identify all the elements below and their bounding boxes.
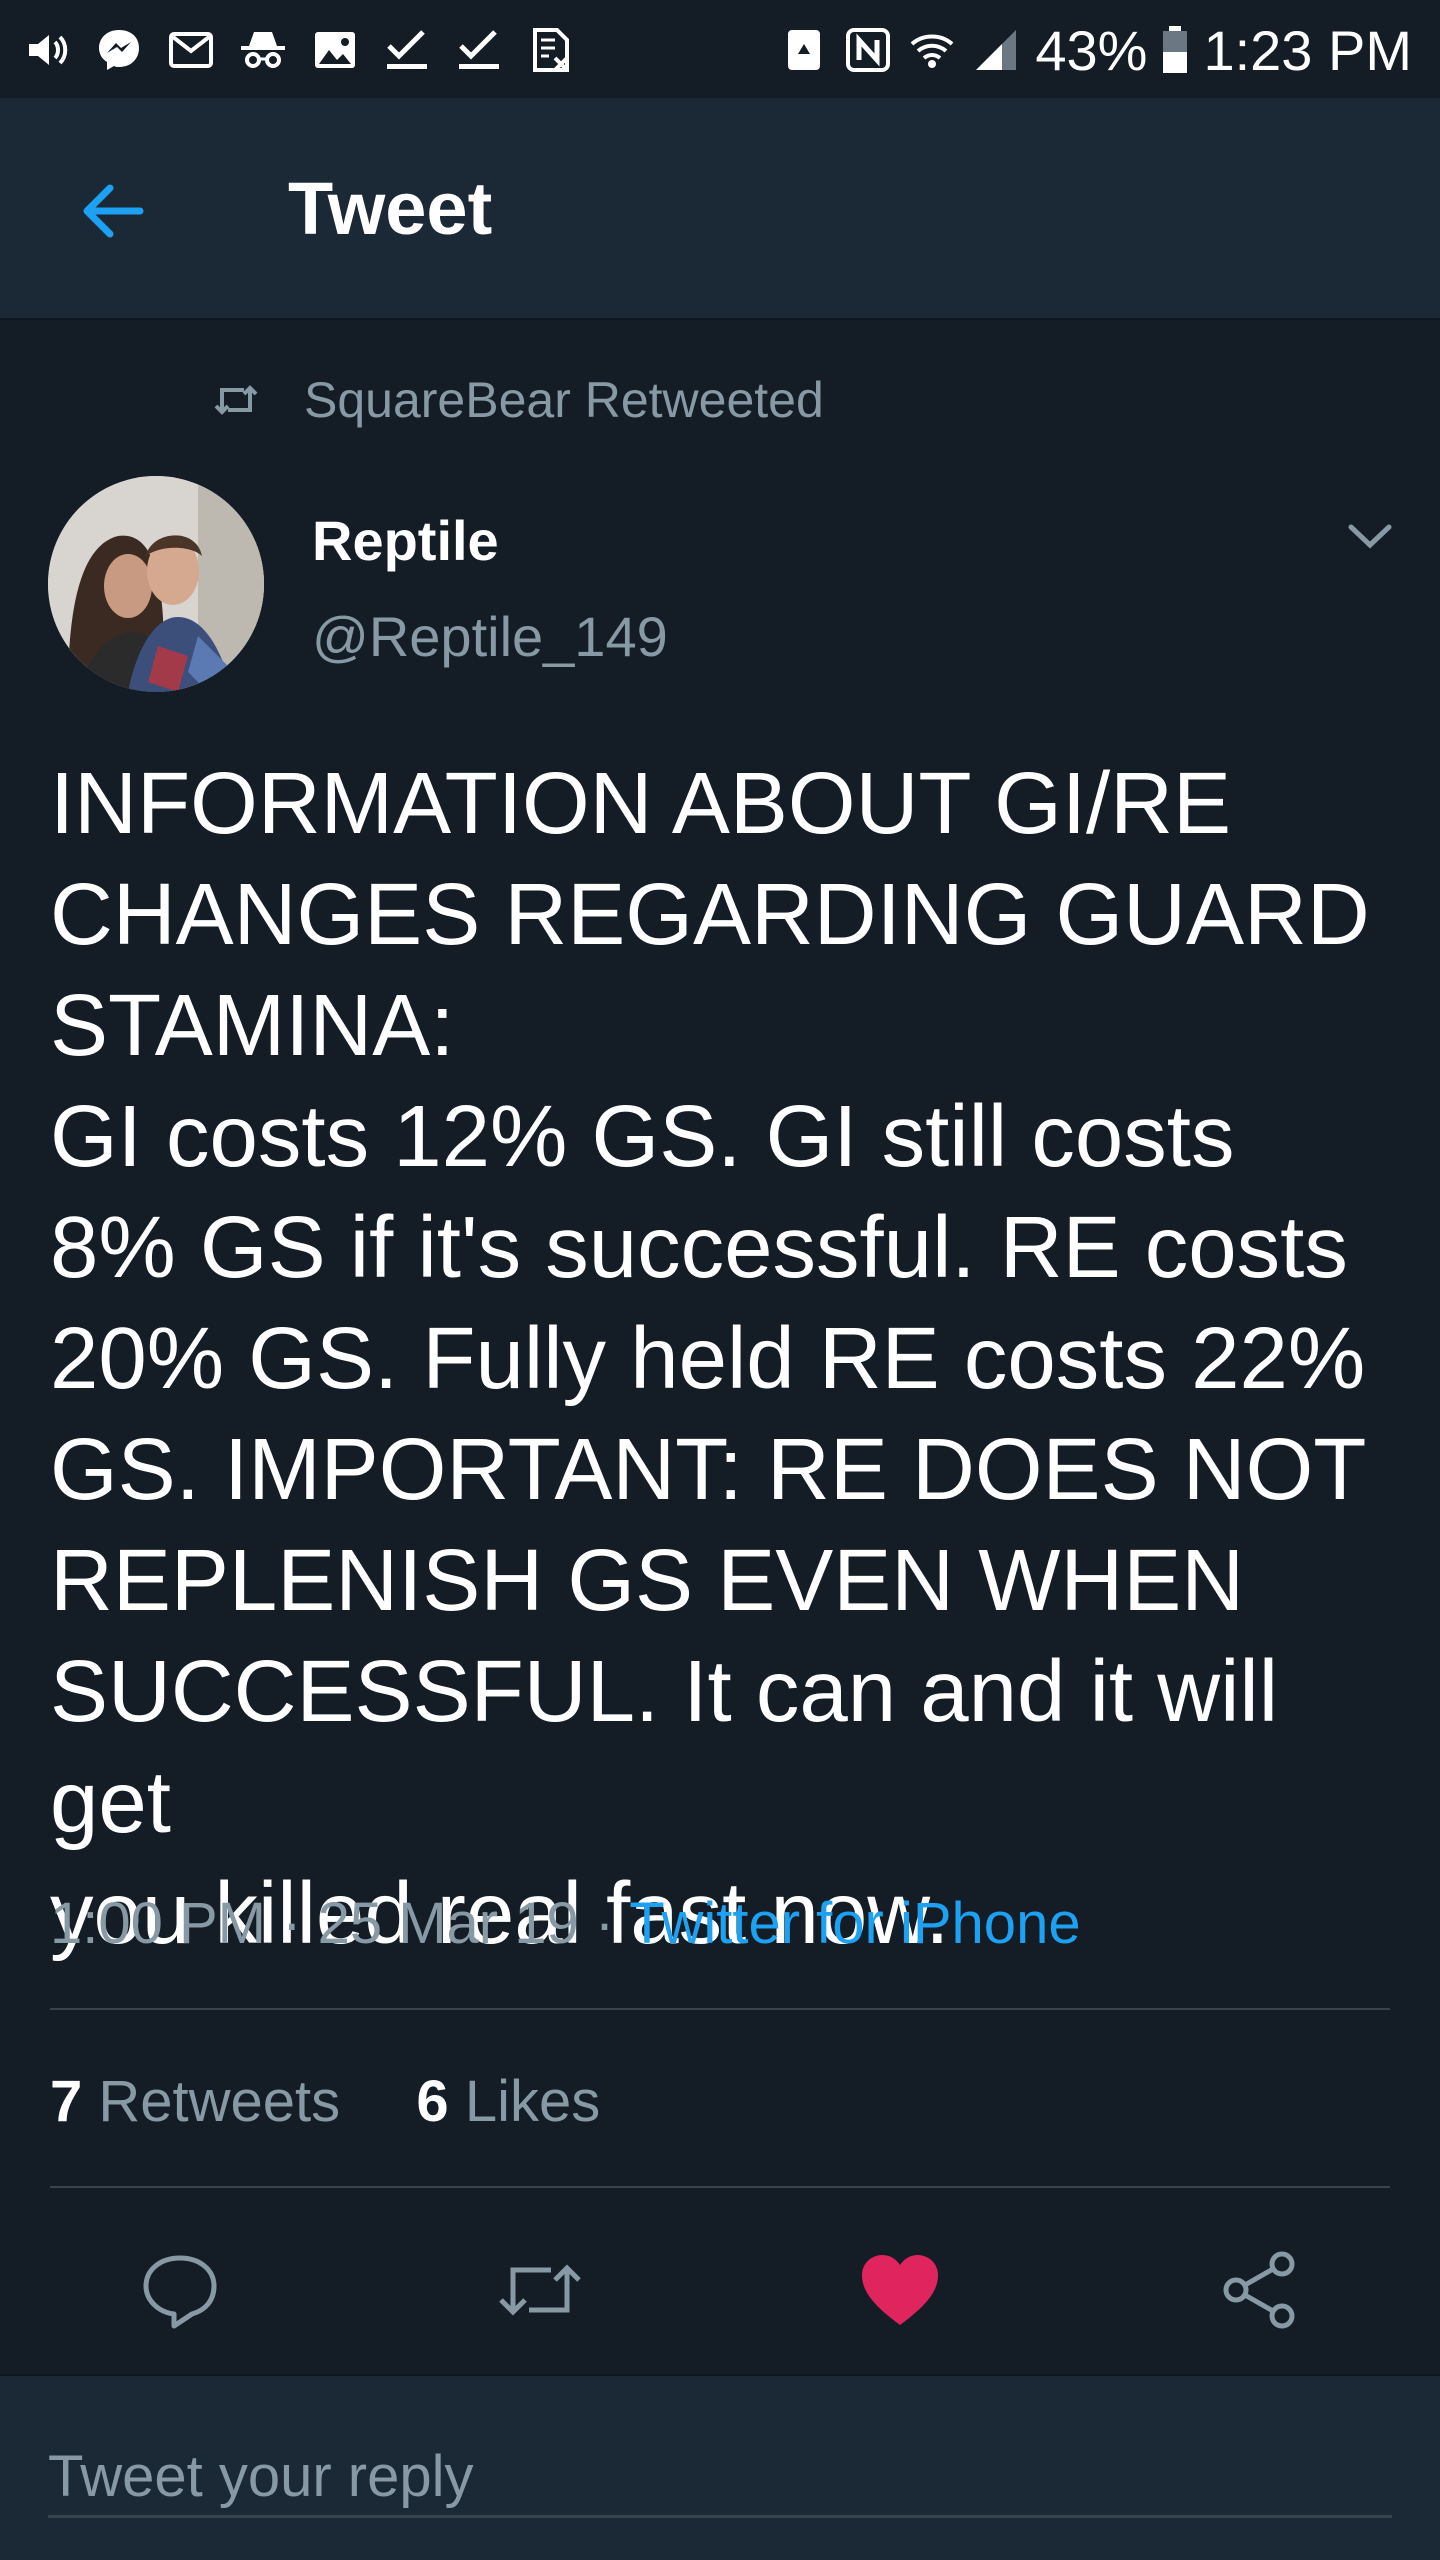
- divider: [50, 2008, 1390, 2010]
- meta-separator: ·: [282, 1891, 302, 1956]
- likes-stat[interactable]: 6 Likes: [416, 2069, 600, 2134]
- page-title: Tweet: [288, 167, 493, 250]
- retweets-count: 7: [50, 2069, 83, 2134]
- tweet-actions: [0, 2230, 1440, 2350]
- heart-icon: [862, 2255, 938, 2325]
- messenger-icon: [94, 25, 144, 75]
- retweet-context-label: SquareBear Retweeted: [304, 372, 824, 428]
- avatar-photo: [48, 476, 264, 692]
- tweet-text: INFORMATION ABOUT GI/RE CHANGES REGARDIN…: [50, 755, 1370, 1962]
- app-bar: Tweet: [0, 98, 1440, 320]
- author-name[interactable]: Reptile: [312, 508, 499, 573]
- chevron-down-icon: [1348, 524, 1392, 549]
- volume-icon: [22, 25, 72, 75]
- retweets-stat[interactable]: 7 Retweets: [50, 2069, 340, 2134]
- retweets-label: Retweets: [98, 2069, 341, 2134]
- nfc-icon: [843, 25, 893, 75]
- retweet-icon: [214, 385, 258, 415]
- reply-icon: [143, 2255, 217, 2329]
- check-icon: [454, 25, 504, 75]
- battery-percent: 43%: [1035, 18, 1148, 82]
- share-icon: [1223, 2251, 1295, 2329]
- reply-button[interactable]: [130, 2240, 230, 2340]
- likes-label: Likes: [464, 2069, 601, 2134]
- tweet-source-link[interactable]: Twitter for iPhone: [629, 1891, 1080, 1956]
- tweet-menu-button[interactable]: [1340, 506, 1400, 566]
- retweet-icon: [499, 2264, 581, 2316]
- divider: [50, 2186, 1390, 2188]
- tweet-time: 1:00 PM: [50, 1891, 266, 1956]
- reply-bar: [0, 2374, 1440, 2560]
- signal-icon: [971, 25, 1021, 75]
- email-icon: [166, 25, 216, 75]
- avatar[interactable]: [48, 476, 264, 692]
- retweet-context[interactable]: SquareBear Retweeted: [212, 372, 824, 428]
- notification-icons: [22, 20, 576, 80]
- arrow-left-icon: [83, 184, 144, 238]
- likes-count: 6: [416, 2069, 449, 2134]
- tweet-stats: 7 Retweets 6 Likes: [50, 2068, 600, 2135]
- author-handle[interactable]: @Reptile_149: [312, 604, 668, 669]
- system-indicators: 43% 1:23 PM: [779, 18, 1412, 82]
- retweet-button[interactable]: [490, 2240, 590, 2340]
- recycle-icon: [779, 25, 829, 75]
- incognito-icon: [238, 25, 288, 75]
- clock: 1:23 PM: [1203, 18, 1412, 82]
- back-button[interactable]: [70, 168, 156, 254]
- like-button[interactable]: [850, 2240, 950, 2340]
- meta-separator: ·: [594, 1891, 615, 1956]
- tweet-date: 25 Mar 19: [317, 1891, 579, 1956]
- reply-input[interactable]: [48, 2438, 1392, 2518]
- gallery-icon: [310, 25, 360, 75]
- status-bar: 43% 1:23 PM: [0, 0, 1440, 98]
- battery-icon: [1161, 25, 1189, 75]
- no-sim-icon: [526, 25, 576, 75]
- check-icon: [382, 25, 432, 75]
- wifi-icon: [907, 25, 957, 75]
- share-button[interactable]: [1210, 2240, 1310, 2340]
- tweet-meta: 1:00 PM · 25 Mar 19 · Twitter for iPhone: [50, 1890, 1081, 1957]
